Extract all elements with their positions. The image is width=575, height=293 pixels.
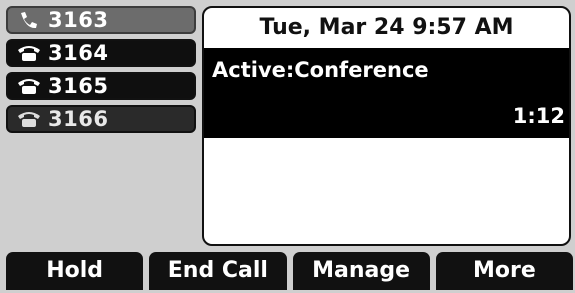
- line-key-3164[interactable]: 3164: [6, 39, 196, 67]
- phone-desk-icon: [16, 43, 42, 63]
- phone-desk-icon: [16, 109, 42, 129]
- softkey-bar: Hold End Call Manage More: [0, 252, 575, 293]
- end-call-softkey[interactable]: End Call: [149, 252, 287, 290]
- main-screen: Tue, Mar 24 9:57 AM Active:Conference 1:…: [202, 6, 571, 246]
- line-key-label: 3166: [48, 107, 109, 131]
- line-key-3165[interactable]: 3165: [6, 72, 196, 100]
- phone-desk-icon: [16, 76, 42, 96]
- line-key-3166[interactable]: 3166: [6, 105, 196, 133]
- call-state: Active:Conference: [212, 58, 429, 82]
- line-key-label: 3163: [48, 8, 109, 32]
- line-keys: 3163 3164 3165 3166: [6, 6, 196, 138]
- phone-handset-icon: [16, 10, 42, 30]
- line-key-label: 3165: [48, 74, 109, 98]
- line-key-3163[interactable]: 3163: [6, 6, 196, 34]
- active-call-panel[interactable]: Active:Conference 1:12: [204, 48, 569, 138]
- more-softkey[interactable]: More: [435, 252, 573, 290]
- status-bar-datetime: Tue, Mar 24 9:57 AM: [259, 15, 514, 40]
- line-key-label: 3164: [48, 41, 109, 65]
- hold-softkey[interactable]: Hold: [6, 252, 144, 290]
- manage-softkey[interactable]: Manage: [292, 252, 430, 290]
- call-timer: 1:12: [512, 104, 565, 128]
